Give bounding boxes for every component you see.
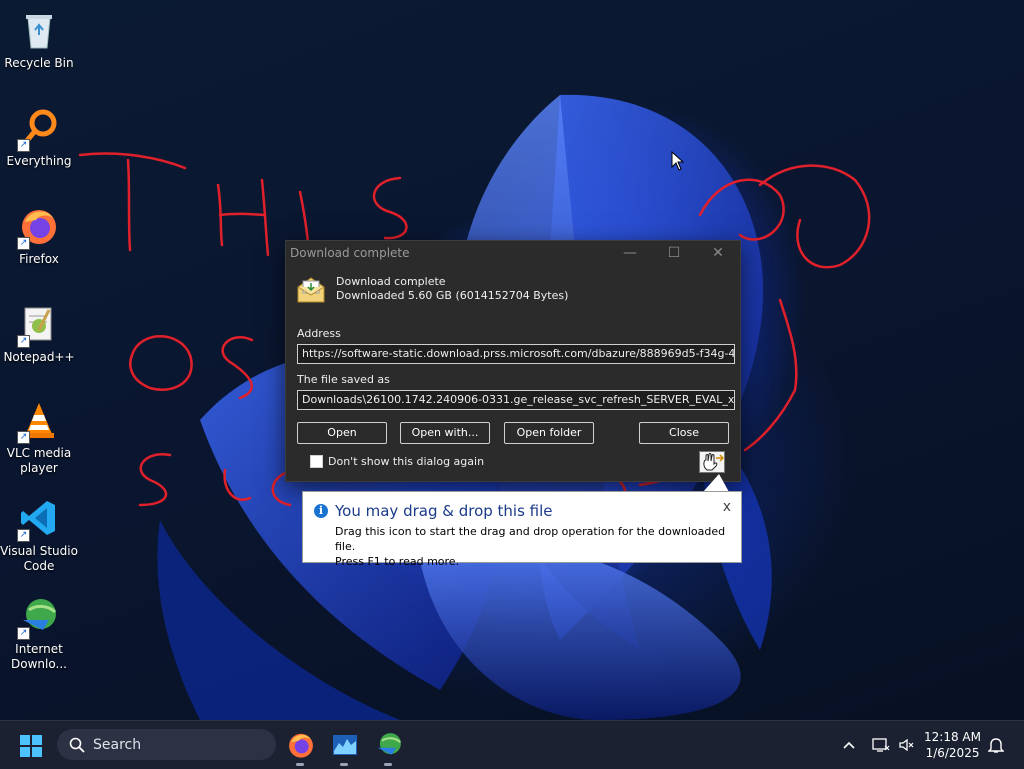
desktop-icon-label: Internet Downlo... [11, 642, 67, 671]
network-disconnected-icon [872, 738, 890, 752]
dont-show-again-row[interactable]: Don't show this dialog again [310, 455, 484, 468]
taskbar-firefox[interactable] [287, 731, 315, 766]
desktop-icon-label: Notepad++ [3, 350, 75, 364]
desktop-icon-label: Recycle Bin [4, 56, 74, 70]
shortcut-arrow-icon: ↗ [17, 237, 30, 250]
tooltip-close-button[interactable]: x [723, 499, 731, 515]
taskbar-search-box[interactable]: Search [57, 729, 276, 760]
download-complete-dialog[interactable]: Download complete — ☐ ✕ Download complet… [285, 240, 741, 482]
dont-show-again-label: Don't show this dialog again [328, 455, 485, 468]
volume-muted-icon [899, 738, 914, 752]
taskbar-internet-download-manager[interactable] [375, 731, 403, 766]
search-placeholder: Search [93, 736, 142, 753]
saved-as-field[interactable]: Downloads\26100.1742.240906-0331.ge_rele… [297, 390, 735, 410]
desktop-icon-vlc[interactable]: ↗ VLC media player [0, 400, 78, 476]
taskbar: Search 12:18 AM 1/6/2025 [0, 720, 1024, 769]
notifications-button[interactable] [988, 721, 1004, 769]
tooltip-line-2: Press F1 to read more. [335, 555, 460, 568]
desktop-icon-label: Everything [6, 154, 72, 168]
desktop-icon-internet-download-manager[interactable]: ↗ Internet Downlo... [0, 596, 78, 672]
shortcut-arrow-icon: ↗ [17, 431, 30, 444]
shortcut-arrow-icon: ↗ [17, 139, 30, 152]
drag-drop-hand-icon[interactable] [699, 451, 725, 473]
tooltip-title: You may drag & drop this file [335, 502, 553, 520]
desktop-icon-label: Visual Studio Code [0, 544, 78, 573]
tooltip-tail [703, 474, 729, 492]
drag-drop-tooltip: i You may drag & drop this file x Drag t… [302, 491, 742, 568]
clock-time: 12:18 AM [924, 730, 981, 744]
close-window-button[interactable]: ✕ [696, 241, 740, 265]
notepad-plus-plus-icon: ↗ [17, 304, 59, 348]
open-with-button[interactable]: Open with... [400, 422, 490, 444]
bell-icon [988, 738, 1004, 753]
shortcut-arrow-icon: ↗ [17, 529, 30, 542]
desktop-icon-notepad-plus-plus[interactable]: ↗ Notepad++ [0, 304, 78, 365]
desktop-icon-firefox[interactable]: ↗ Firefox [0, 206, 78, 267]
chevron-up-icon [843, 741, 855, 749]
dialog-title: Download complete [290, 246, 410, 260]
network-status-button[interactable] [872, 721, 890, 769]
saved-as-label: The file saved as [297, 373, 390, 386]
minimize-button[interactable]: — [608, 241, 652, 265]
close-button[interactable]: Close [639, 422, 729, 444]
volume-button[interactable] [898, 721, 916, 769]
info-icon: i [314, 504, 328, 518]
running-indicator [296, 763, 304, 766]
download-envelope-icon [296, 275, 326, 305]
address-field[interactable]: https://software-static.download.prss.mi… [297, 344, 735, 364]
internet-download-manager-icon: ↗ [17, 596, 59, 640]
dialog-titlebar[interactable]: Download complete — ☐ ✕ [286, 241, 740, 265]
mouse-cursor-icon [671, 151, 685, 171]
dialog-header: Download complete Downloaded 5.60 GB (60… [296, 275, 568, 305]
everything-search-icon: ↗ [17, 108, 59, 152]
internet-download-manager-icon [377, 733, 401, 755]
shortcut-arrow-icon: ↗ [17, 335, 30, 348]
recycle-bin-icon [19, 10, 59, 50]
taskbar-task-manager[interactable] [331, 731, 359, 766]
start-button[interactable] [20, 735, 42, 757]
firefox-icon [289, 733, 313, 758]
vlc-cone-icon: ↗ [17, 400, 59, 444]
task-manager-icon [333, 735, 357, 755]
desktop-icon-everything[interactable]: ↗ Everything [0, 108, 78, 169]
open-folder-button[interactable]: Open folder [504, 422, 594, 444]
running-indicator [340, 763, 348, 766]
maximize-button[interactable]: ☐ [652, 241, 696, 265]
running-indicator [384, 763, 392, 766]
vscode-icon: ↗ [17, 498, 59, 542]
clock-date: 1/6/2025 [925, 746, 980, 760]
shortcut-arrow-icon: ↗ [17, 627, 30, 640]
search-icon [69, 737, 85, 753]
clock[interactable]: 12:18 AM 1/6/2025 [924, 729, 981, 761]
open-button[interactable]: Open [297, 422, 387, 444]
tooltip-line-1: Drag this icon to start the drag and dro… [335, 525, 726, 553]
dialog-heading: Download complete [336, 275, 446, 288]
dont-show-again-checkbox[interactable] [310, 455, 323, 468]
firefox-icon: ↗ [17, 206, 59, 250]
desktop-icon-recycle-bin[interactable]: Recycle Bin [0, 10, 78, 71]
download-size-text: Downloaded 5.60 GB (6014152704 Bytes) [336, 289, 569, 302]
desktop-icon-label: VLC media player [6, 446, 72, 475]
address-label: Address [297, 327, 341, 340]
desktop-icon-label: Firefox [19, 252, 59, 266]
desktop-icon-vscode[interactable]: ↗ Visual Studio Code [0, 498, 78, 574]
show-hidden-icons-button[interactable] [842, 721, 856, 769]
